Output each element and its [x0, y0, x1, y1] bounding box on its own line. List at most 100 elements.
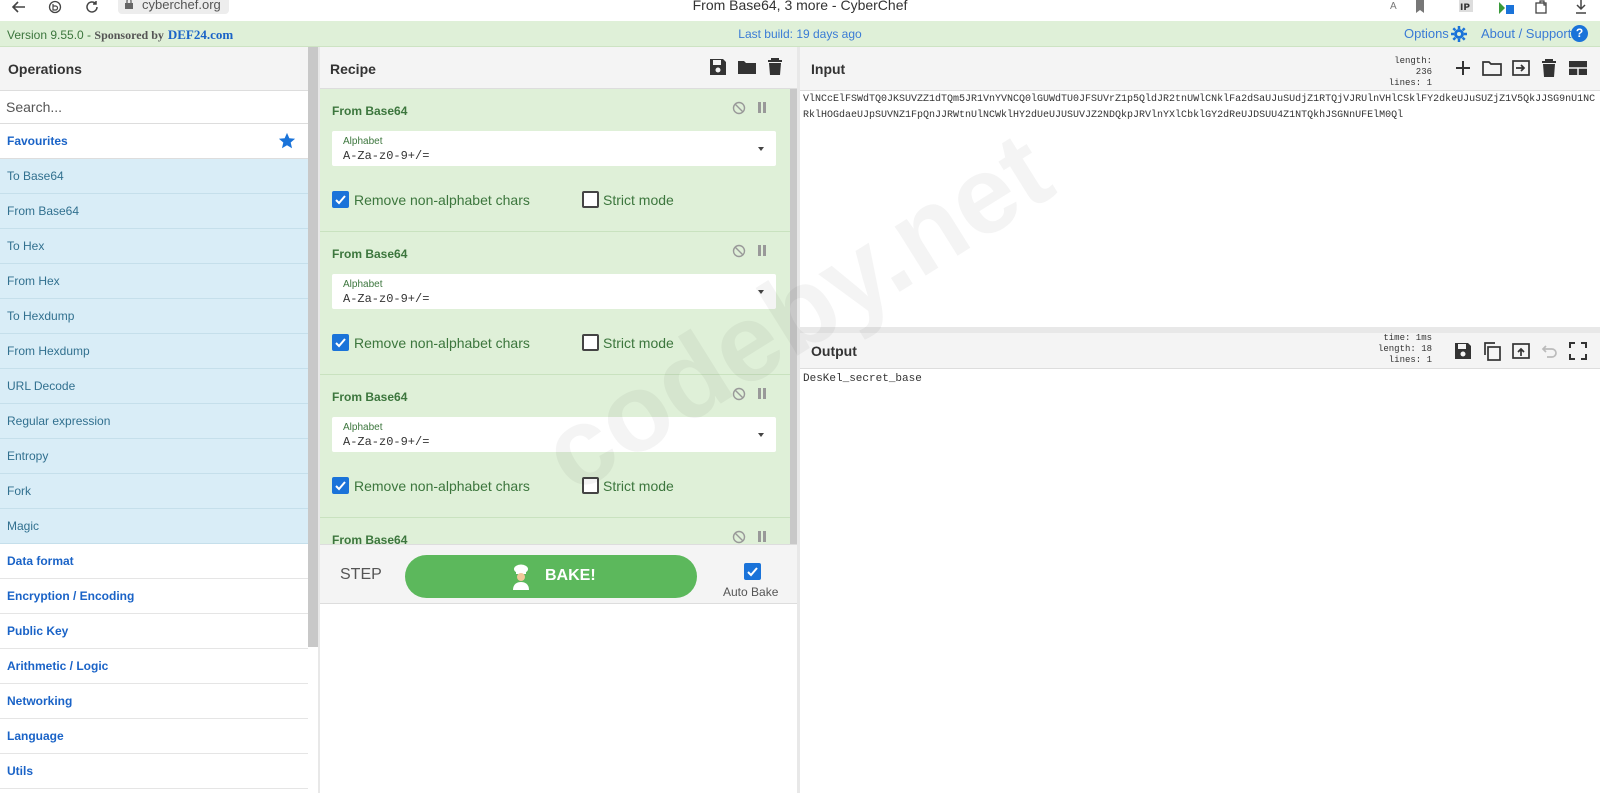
recipe-scrollbar[interactable]: [790, 89, 797, 546]
browser-toolbar: cyberchef.org From Base64, 3 more - Cybe…: [0, 0, 1600, 21]
input-lines-label: lines:: [1388, 78, 1422, 88]
alphabet-label: Alphabet: [343, 136, 383, 147]
category-language[interactable]: Language: [0, 719, 308, 754]
operation-name: From Base64: [332, 390, 408, 404]
strict-mode-label: Strict mode: [603, 335, 674, 351]
output-header: Output time: 1ms length: 18 lines: 1: [800, 333, 1600, 369]
pause-icon[interactable]: [757, 245, 767, 256]
pause-icon[interactable]: [757, 388, 767, 399]
input-length-label: length:: [1394, 56, 1432, 66]
options-link[interactable]: Options: [1404, 26, 1449, 41]
info-banner: Version 9.55.0 - Sponsored by DEF24.com L…: [0, 21, 1600, 47]
help-icon[interactable]: ?: [1571, 25, 1588, 42]
output-stats: time: 1ms length: 18 lines: 1: [1358, 333, 1432, 366]
remove-non-alphabet-checkbox[interactable]: [332, 191, 349, 208]
operation-entropy[interactable]: Entropy: [0, 439, 308, 474]
operation-to-hexdump[interactable]: To Hexdump: [0, 299, 308, 334]
auto-bake-checkbox[interactable]: [744, 563, 761, 580]
recipe-operation[interactable]: From Base64 Alphabet A-Za-z0-9+/= Remove…: [320, 89, 790, 232]
bookmark-icon[interactable]: [1414, 0, 1426, 14]
download-icon[interactable]: [1575, 0, 1587, 14]
recipe-operation[interactable]: From Base64 Alphabet A-Za-z0-9+/= Remove…: [320, 375, 790, 518]
window-title: From Base64, 3 more - CyberChef: [692, 0, 908, 13]
folder-icon[interactable]: [738, 58, 756, 76]
trash-icon[interactable]: [1539, 58, 1559, 78]
disable-icon[interactable]: [732, 101, 746, 115]
category-public-key[interactable]: Public Key: [0, 614, 308, 649]
alphabet-label: Alphabet: [343, 279, 383, 290]
undo-icon[interactable]: [1539, 341, 1559, 361]
operation-to-hex[interactable]: To Hex: [0, 229, 308, 264]
operation-from-hex[interactable]: From Hex: [0, 264, 308, 299]
input-textarea[interactable]: VlNCcElFSWdTQ0JKSUVZZ1dTQm5JR1VnYVNCQ0lG…: [803, 92, 1598, 327]
copy-icon[interactable]: [1482, 341, 1502, 361]
input-header: Input length: 236 lines: 1: [800, 47, 1600, 91]
operations-panel: Operations Favourites To Base64 From Bas…: [0, 47, 308, 793]
auto-bake-label: Auto Bake: [723, 585, 779, 599]
operation-magic[interactable]: Magic: [0, 509, 308, 544]
open-folder-icon[interactable]: [1482, 58, 1502, 78]
extensions-icon[interactable]: [1535, 0, 1549, 14]
chef-icon: [513, 564, 529, 590]
category-arithmetic-logic[interactable]: Arithmetic / Logic: [0, 649, 308, 684]
operation-url-decode[interactable]: URL Decode: [0, 369, 308, 404]
operation-name: From Base64: [332, 247, 408, 261]
category-data-format[interactable]: Data format: [0, 544, 308, 579]
disable-icon[interactable]: [732, 530, 746, 544]
extension-icon[interactable]: [1497, 0, 1515, 14]
caret-down-icon: [758, 290, 764, 294]
open-file-icon[interactable]: [1511, 58, 1531, 78]
operation-fork[interactable]: Fork: [0, 474, 308, 509]
operation-name: From Base64: [332, 104, 408, 118]
panel-divider[interactable]: [797, 47, 800, 793]
alphabet-dropdown[interactable]: Alphabet A-Za-z0-9+/=: [332, 417, 776, 452]
operation-to-base64[interactable]: To Base64: [0, 159, 308, 194]
maximize-icon[interactable]: [1568, 341, 1588, 361]
remove-non-alphabet-label: Remove non-alphabet chars: [354, 192, 530, 208]
output-title: Output: [811, 343, 857, 359]
pause-icon[interactable]: [757, 102, 767, 113]
category-utils[interactable]: Utils: [0, 754, 308, 789]
recipe-operation[interactable]: From Base64 Alphabet A-Za-z0-9+/= Remove…: [320, 232, 790, 375]
operation-from-base64[interactable]: From Base64: [0, 194, 308, 229]
layout-icon[interactable]: [1568, 58, 1588, 78]
operations-scrollbar[interactable]: [308, 47, 318, 647]
strict-mode-label: Strict mode: [603, 478, 674, 494]
alphabet-value: A-Za-z0-9+/=: [343, 149, 430, 163]
operation-regular-expression[interactable]: Regular expression: [0, 404, 308, 439]
favourites-category[interactable]: Favourites: [0, 124, 308, 159]
read-aloud-icon[interactable]: A: [1390, 0, 1397, 14]
star-icon: [278, 132, 296, 149]
strict-mode-checkbox[interactable]: [582, 191, 599, 208]
last-build-text: Last build: 19 days ago: [738, 27, 862, 41]
step-button[interactable]: STEP: [340, 566, 382, 584]
controls-bar: STEP BAKE! Auto Bake: [320, 544, 797, 604]
pause-icon[interactable]: [757, 531, 767, 542]
ip-extension-icon[interactable]: IP: [1458, 0, 1476, 14]
remove-non-alphabet-checkbox[interactable]: [332, 334, 349, 351]
replace-input-icon[interactable]: [1511, 341, 1531, 361]
remove-non-alphabet-checkbox[interactable]: [332, 477, 349, 494]
save-icon[interactable]: [1453, 341, 1473, 361]
bake-button[interactable]: BAKE!: [405, 555, 697, 598]
recipe-operation-list: From Base64 Alphabet A-Za-z0-9+/= Remove…: [320, 89, 790, 586]
alphabet-dropdown[interactable]: Alphabet A-Za-z0-9+/=: [332, 274, 776, 309]
trash-icon[interactable]: [766, 58, 784, 76]
category-encryption-encoding[interactable]: Encryption / Encoding: [0, 579, 308, 614]
about-support-link[interactable]: About / Support: [1481, 26, 1571, 41]
gear-icon[interactable]: [1451, 26, 1467, 42]
operation-from-hexdump[interactable]: From Hexdump: [0, 334, 308, 369]
favourites-list: To Base64 From Base64 To Hex From Hex To…: [0, 159, 308, 544]
output-textarea[interactable]: DesKel_secret_base: [803, 373, 922, 385]
strict-mode-checkbox[interactable]: [582, 334, 599, 351]
disable-icon[interactable]: [732, 244, 746, 258]
input-length: 236: [1415, 67, 1432, 77]
save-icon[interactable]: [709, 58, 727, 76]
alphabet-dropdown[interactable]: Alphabet A-Za-z0-9+/=: [332, 131, 776, 166]
disable-icon[interactable]: [732, 387, 746, 401]
operations-search-input[interactable]: [0, 91, 308, 124]
category-networking[interactable]: Networking: [0, 684, 308, 719]
strict-mode-checkbox[interactable]: [582, 477, 599, 494]
svg-text:IP: IP: [1460, 3, 1470, 13]
plus-icon[interactable]: [1453, 58, 1473, 78]
